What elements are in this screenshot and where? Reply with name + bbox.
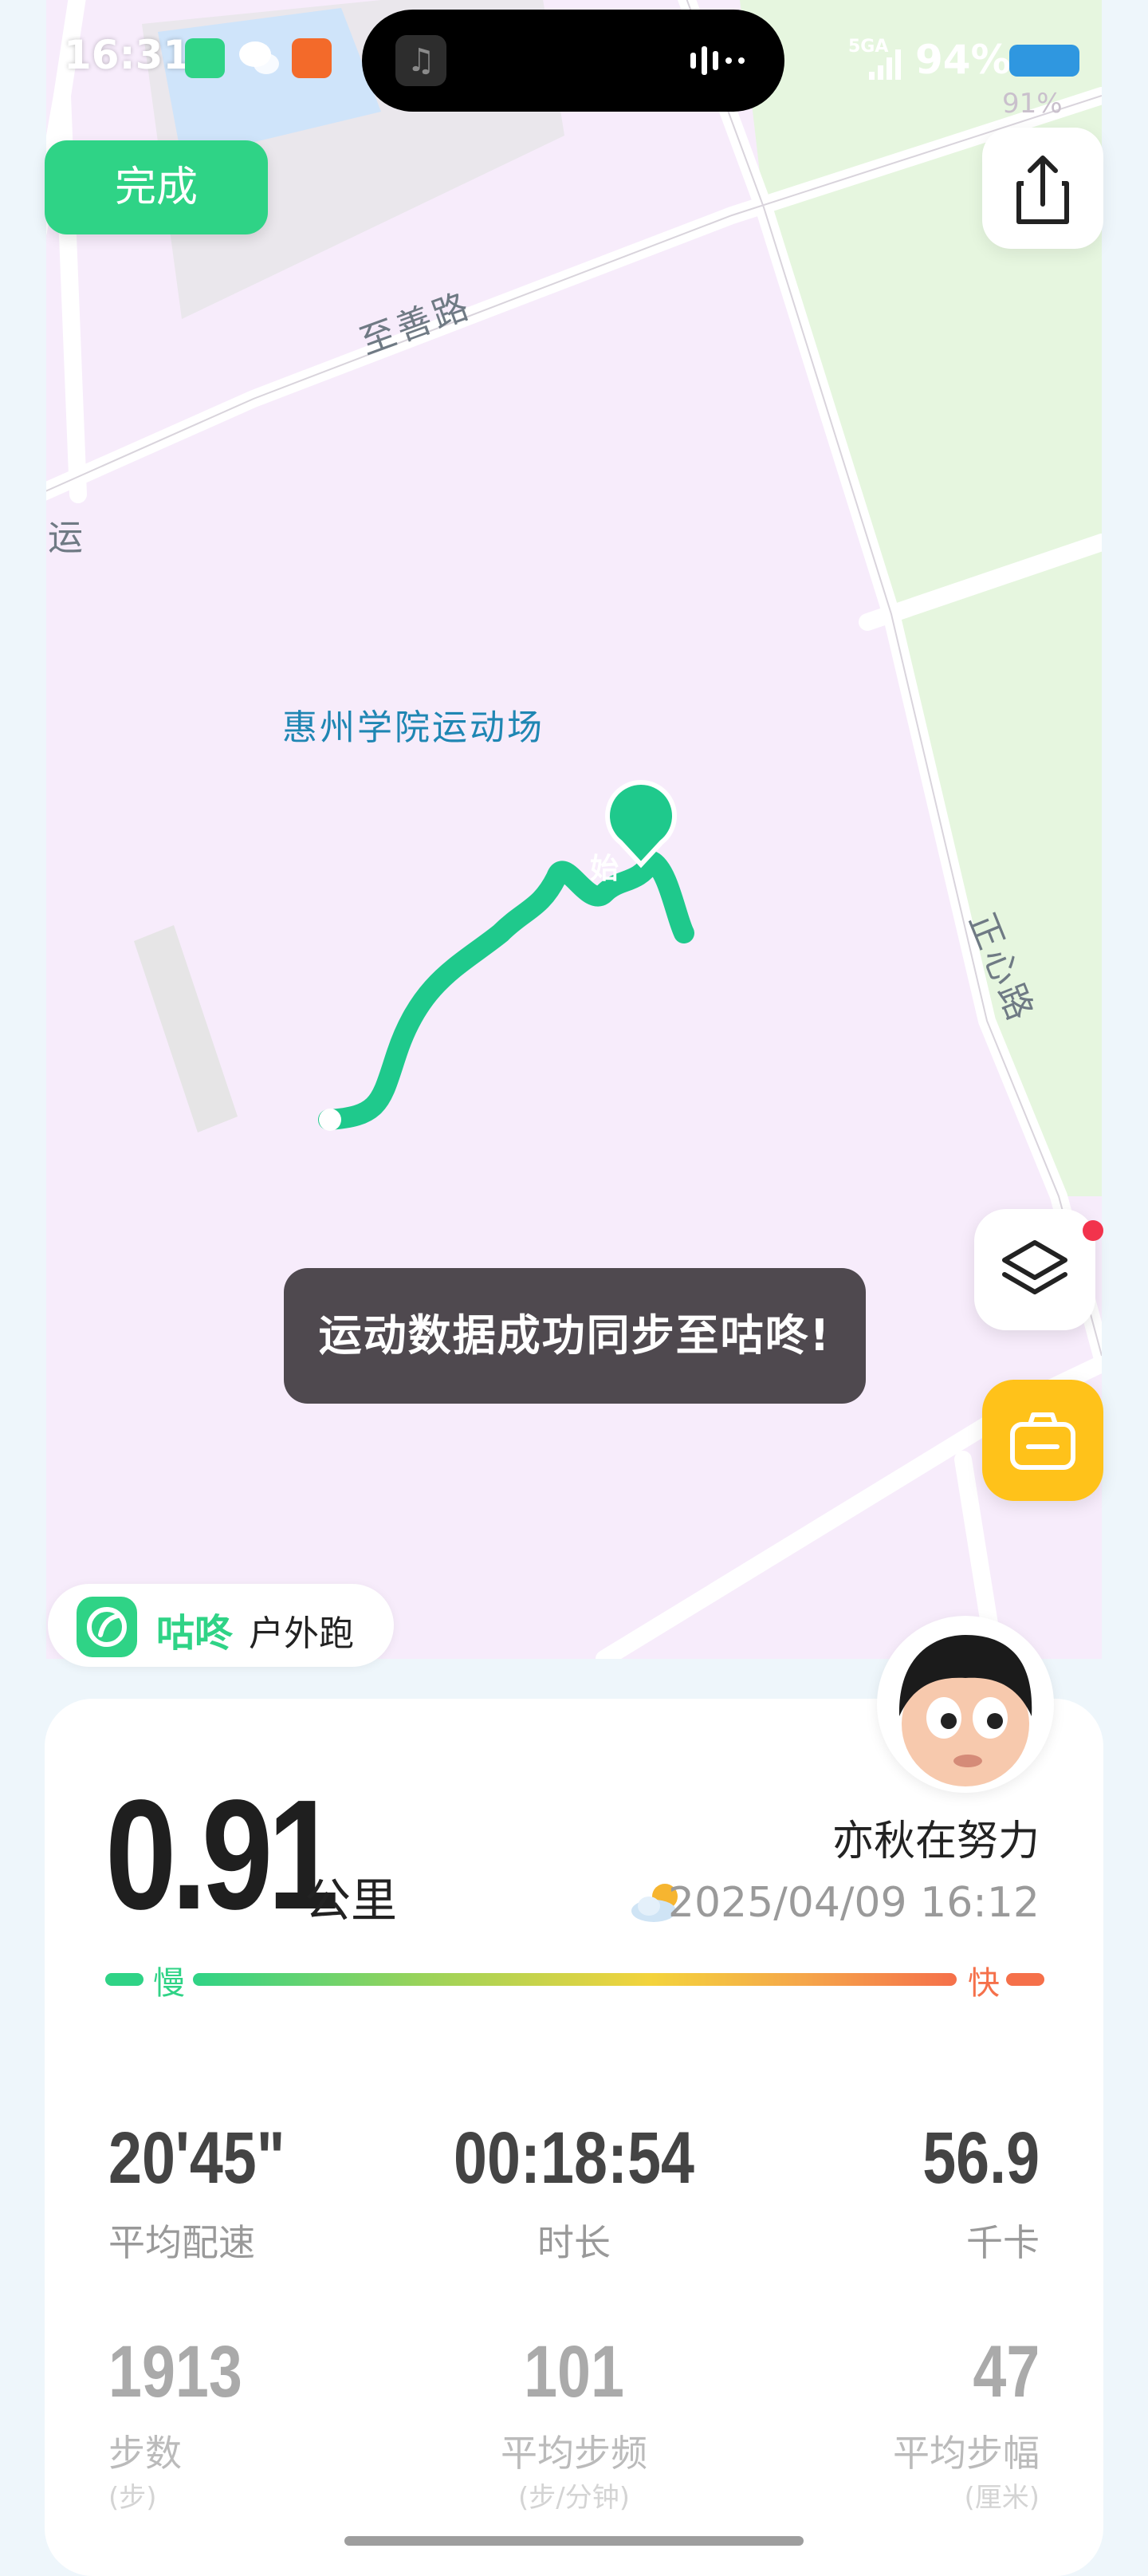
username: 亦秋在努力 — [832, 1818, 1040, 1865]
cadence-value: 101 — [524, 2331, 624, 2413]
start-marker-label: 始 — [589, 853, 619, 885]
route-map[interactable]: 至善路 正心路 运 惠州学院运动场 始 — [46, 0, 1102, 1659]
battery-icon — [1009, 45, 1079, 77]
cadence-label: 平均步频 — [501, 2432, 647, 2475]
codoon-logo-icon — [77, 1597, 137, 1657]
brand-name: 咕咚 — [156, 1611, 234, 1656]
cadence-unit: (步/分钟) — [518, 2482, 630, 2514]
duration-label: 时长 — [537, 2221, 611, 2264]
layers-icon — [1002, 1240, 1067, 1294]
done-button[interactable]: 完成 — [45, 140, 268, 234]
pace-slow-label: 慢 — [153, 1965, 185, 2002]
road-label-partial: 运 — [48, 518, 86, 558]
map-canvas — [46, 0, 1102, 1659]
camera-icon — [1010, 1412, 1075, 1470]
music-note-icon: ♫ — [395, 35, 446, 86]
stride-value: 47 — [973, 2331, 1040, 2413]
map-battery-overlay: 91% — [1002, 88, 1063, 120]
duration-value: 00:18:54 — [454, 2117, 694, 2199]
signal-icon — [869, 49, 901, 80]
status-time: 16:31 — [64, 32, 191, 78]
share-icon — [1016, 156, 1069, 224]
sync-success-toast: 运动数据成功同步至咕咚! — [284, 1268, 866, 1404]
battery-percent: 94% — [915, 37, 1011, 83]
route-end-dot — [319, 1109, 341, 1131]
share-button[interactable] — [982, 128, 1103, 249]
brand-chip: 咕咚 户外跑 — [48, 1584, 394, 1667]
stride-unit: (厘米) — [964, 2482, 1040, 2514]
pace-gradient-bar: 慢 快 — [105, 1964, 1044, 2002]
pace-fast-segment — [1006, 1973, 1044, 1986]
dynamic-island[interactable]: ♫ — [362, 10, 784, 112]
pace-fast-label: 快 — [968, 1965, 1000, 2002]
steps-unit: (步) — [108, 2482, 157, 2514]
pace-gradient — [193, 1973, 957, 1986]
avatar-image — [882, 1621, 1049, 1788]
notification-dot — [1083, 1220, 1103, 1241]
stride-label: 平均步幅 — [893, 2432, 1040, 2475]
calories-value: 56.9 — [922, 2117, 1040, 2199]
app-notification-icon — [292, 38, 332, 78]
route-path — [318, 851, 694, 1130]
camera-button[interactable] — [982, 1380, 1103, 1501]
poi-label-stadium: 惠州学院运动场 — [282, 707, 545, 748]
home-indicator[interactable] — [344, 2536, 804, 2546]
steps-label: 步数 — [108, 2432, 182, 2475]
distance-value: 0.91 — [105, 1767, 339, 1942]
map-layer-button[interactable] — [974, 1209, 1095, 1330]
activity-type: 户外跑 — [249, 1613, 354, 1654]
workout-datetime: 2025/04/09 16:12 — [667, 1879, 1040, 1927]
pace-slow-segment — [105, 1973, 144, 1986]
avg-pace-value: 20'45" — [108, 2117, 285, 2199]
audio-wave-icon — [690, 46, 745, 75]
steps-value: 1913 — [108, 2331, 242, 2413]
avatar[interactable] — [877, 1616, 1054, 1793]
distance-unit: 公里 — [305, 1873, 398, 1928]
avg-pace-label: 平均配速 — [108, 2221, 255, 2264]
calories-label: 千卡 — [966, 2221, 1040, 2264]
codoon-app-icon — [185, 38, 225, 78]
wechat-icon — [238, 38, 281, 78]
